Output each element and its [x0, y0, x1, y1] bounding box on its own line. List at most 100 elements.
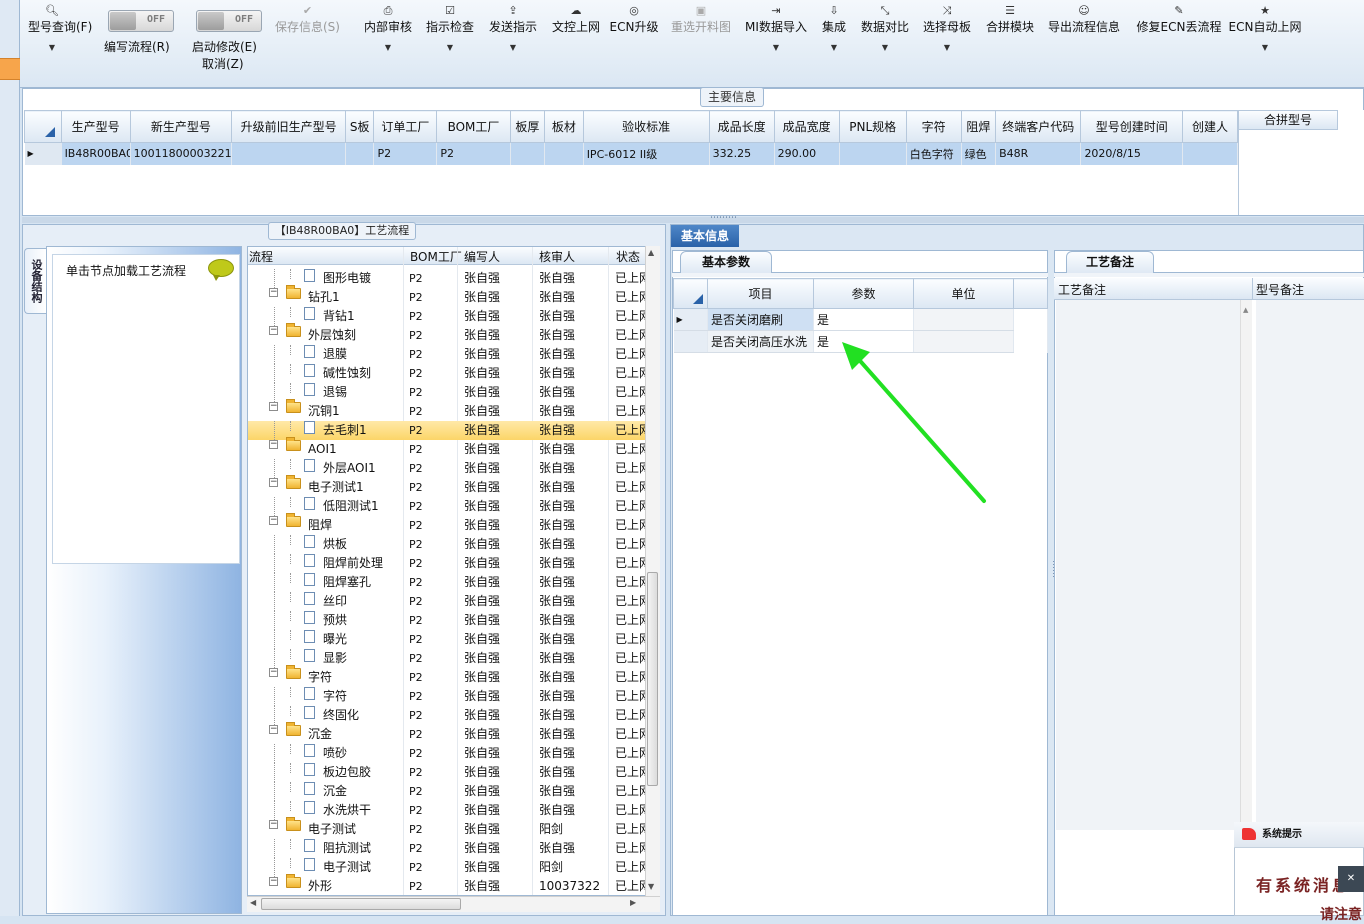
toolbar-button-8[interactable]: ⇥ MI数据导入 ▼: [738, 4, 814, 52]
main-col-header[interactable]: 生产型号: [60, 110, 131, 143]
toolbar-button-2[interactable]: ⎙ 内部审核 ▼: [357, 4, 419, 52]
main-col-header[interactable]: S板: [344, 110, 375, 143]
tree-row[interactable]: 碱性蚀刻 P2 张自强 张自强 已上网: [248, 364, 648, 383]
collapse-icon[interactable]: −: [269, 288, 278, 297]
tree-row[interactable]: 预烘 P2 张自强 张自强 已上网: [248, 611, 648, 630]
tree-row[interactable]: 阻焊前处理 P2 张自强 张自强 已上网: [248, 554, 648, 573]
tree-row[interactable]: 阻焊塞孔 P2 张自强 张自强 已上网: [248, 573, 648, 592]
collapse-icon[interactable]: −: [269, 516, 278, 525]
main-cell[interactable]: IB48R00BA0: [61, 142, 131, 165]
toggle-switch-0[interactable]: OFF: [108, 10, 174, 32]
grid-corner[interactable]: [24, 110, 62, 143]
collapse-icon[interactable]: −: [269, 326, 278, 335]
toolbar-button-5[interactable]: ☁ 文控上网: [544, 4, 608, 35]
chevron-down-icon[interactable]: ▼: [1222, 43, 1308, 52]
main-col-header[interactable]: 成品宽度: [773, 110, 840, 143]
main-col-header[interactable]: 板厚: [509, 110, 546, 143]
toolbar-button-3[interactable]: ☑ 指示检查 ▼: [419, 4, 481, 52]
tree-row[interactable]: 字符 P2 张自强 张自强 已上网: [248, 687, 648, 706]
tree-row[interactable]: 阻抗测试 P2 张自强 张自强 已上网: [248, 839, 648, 858]
tree-row[interactable]: − 字符 P2 张自强 张自强 已上网: [248, 665, 648, 687]
toolbar-button-4[interactable]: ⇪ 发送指示 ▼: [480, 4, 546, 52]
collapse-icon[interactable]: −: [269, 877, 278, 886]
model-notes-field[interactable]: [1256, 300, 1364, 830]
tree-row[interactable]: 丝印 P2 张自强 张自强 已上网: [248, 592, 648, 611]
main-cell[interactable]: 290.00: [774, 142, 840, 165]
tree-row[interactable]: 显影 P2 张自强 张自强 已上网: [248, 649, 648, 668]
main-cell[interactable]: P2: [373, 142, 438, 165]
scroll-right-icon[interactable]: ▶: [630, 898, 636, 907]
tree-row[interactable]: 终固化 P2 张自强 张自强 已上网: [248, 706, 648, 725]
tree-col-header[interactable]: 状态: [616, 248, 640, 265]
main-cell[interactable]: P2: [436, 142, 511, 165]
tab-basic-info[interactable]: 基本信息: [671, 225, 739, 247]
tree-row[interactable]: − 电子测试1 P2 张自强 张自强 已上网: [248, 475, 648, 497]
main-cell[interactable]: [231, 142, 346, 165]
main-col-header[interactable]: 创建人: [1182, 110, 1238, 143]
main-cell[interactable]: [544, 142, 584, 165]
param-col-header[interactable]: 单位: [913, 278, 1014, 309]
tree-row[interactable]: − 电子测试 P2 张自强 阳剑 已上网: [248, 817, 648, 839]
chevron-down-icon[interactable]: ▼: [914, 43, 980, 52]
tree-row[interactable]: − 阻焊 P2 张自强 张自强 已上网: [248, 513, 648, 535]
row-header[interactable]: [673, 330, 708, 353]
main-col-header[interactable]: 订单工厂: [373, 110, 438, 143]
tree-row[interactable]: 曝光 P2 张自强 张自强 已上网: [248, 630, 648, 649]
tree-row[interactable]: 背钻1 P2 张自强 张自强 已上网: [248, 307, 648, 326]
tree-row[interactable]: 板边包胶 P2 张自强 张自强 已上网: [248, 763, 648, 782]
process-notes-field[interactable]: [1056, 300, 1240, 830]
main-cell[interactable]: 332.25: [709, 142, 775, 165]
tree-row[interactable]: − 沉铜1 P2 张自强 张自强 已上网: [248, 399, 648, 421]
tree-row[interactable]: 水洗烘干 P2 张自强 张自强 已上网: [248, 801, 648, 820]
toolbar-button-7[interactable]: ▣ 重选开料图: [664, 4, 738, 35]
toolbar-button-10[interactable]: ⤡ 数据对比 ▼: [851, 4, 919, 52]
tree-vertical-scrollbar[interactable]: [645, 246, 660, 896]
toolbar-button-12[interactable]: ☰ 合拼模块: [978, 4, 1042, 35]
tree-row[interactable]: 图形电镀 P2 张自强 张自强 已上网: [248, 269, 648, 288]
tree-row[interactable]: 沉金 P2 张自强 张自强 已上网: [248, 782, 648, 801]
horizontal-splitter[interactable]: [22, 217, 1364, 223]
tree-row[interactable]: 烘板 P2 张自强 张自强 已上网: [248, 535, 648, 554]
tree-row[interactable]: 去毛刺1 P2 张自强 张自强 已上网: [248, 421, 648, 440]
tree-row[interactable]: 喷砂 P2 张自强 张自强 已上网: [248, 744, 648, 763]
tree-row[interactable]: 电子测试 P2 张自强 阳剑 已上网: [248, 858, 648, 877]
main-cell[interactable]: 绿色: [961, 142, 997, 165]
tree-row[interactable]: 退锡 P2 张自强 张自强 已上网: [248, 383, 648, 402]
tree-col-header[interactable]: 编写人: [464, 248, 500, 265]
chevron-down-icon[interactable]: ▼: [814, 43, 854, 52]
toolbar-button-6[interactable]: ◎ ECN升级: [606, 4, 662, 35]
tree-horizontal-scroll-thumb[interactable]: [261, 898, 461, 910]
main-col-header[interactable]: 新生产型号: [129, 110, 233, 143]
scroll-up-icon[interactable]: ▲: [648, 248, 654, 257]
main-col-header[interactable]: 成品长度: [708, 110, 775, 143]
tab-equipment-structure[interactable]: 设备结构: [24, 248, 46, 314]
tree-row[interactable]: − AOI1 P2 张自强 张自强 已上网: [248, 437, 648, 459]
tree-row[interactable]: − 外层蚀刻 P2 张自强 张自强 已上网: [248, 323, 648, 345]
chevron-down-icon[interactable]: ▼: [419, 43, 481, 52]
tab-process-notes[interactable]: 工艺备注: [1066, 251, 1154, 273]
main-cell[interactable]: [510, 142, 546, 165]
chevron-down-icon[interactable]: ▼: [480, 43, 546, 52]
main-cell[interactable]: 白色字符: [906, 142, 962, 165]
grid-corner[interactable]: [673, 278, 708, 309]
toolbar-button-11[interactable]: ⤨ 选择母板 ▼: [914, 4, 980, 52]
toolbar-button-15[interactable]: ★ ECN自动上网 ▼: [1222, 4, 1308, 52]
notes-col-process[interactable]: 工艺备注: [1058, 281, 1106, 298]
collapse-icon[interactable]: −: [269, 440, 278, 449]
chevron-down-icon[interactable]: ▼: [738, 43, 814, 52]
splitter-grip[interactable]: ⋯⋯⋯: [710, 213, 737, 223]
main-col-header[interactable]: 终端客户代码: [995, 110, 1082, 143]
notes-col-model[interactable]: 型号备注: [1256, 281, 1304, 298]
scroll-left-icon[interactable]: ◀: [250, 898, 256, 907]
merge-model-header[interactable]: 合拼型号: [1238, 110, 1338, 130]
main-cell[interactable]: B48R: [995, 142, 1082, 165]
toolbar-button-13[interactable]: ☺ 导出流程信息: [1040, 4, 1128, 35]
toolbar-button-0[interactable]: 🔍︎ 型号查询(F) ▼: [28, 4, 92, 52]
collapse-icon[interactable]: −: [269, 668, 278, 677]
main-col-header[interactable]: 板材: [544, 110, 584, 143]
param-col-header[interactable]: 项目: [707, 278, 814, 309]
tab-basic-params[interactable]: 基本参数: [680, 251, 772, 273]
param-value[interactable]: 是: [813, 308, 914, 331]
cancel-label[interactable]: 取消(Z): [202, 55, 244, 72]
tree-row[interactable]: 退膜 P2 张自强 张自强 已上网: [248, 345, 648, 364]
